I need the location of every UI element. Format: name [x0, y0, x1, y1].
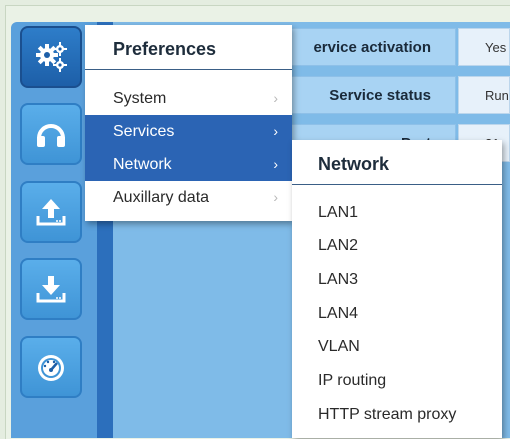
chevron-right-icon: ›: [273, 189, 278, 205]
chevron-right-icon: ›: [273, 156, 278, 172]
submenu-item-lan3[interactable]: LAN3: [318, 271, 358, 289]
service-status-label: Service status: [270, 76, 456, 114]
menu-item-label: Auxillary data: [113, 189, 210, 206]
chevron-right-icon: ›: [273, 90, 278, 106]
submenu-item-lan1[interactable]: LAN1: [318, 204, 358, 222]
submenu-divider: [292, 184, 502, 185]
submenu-title: Network: [318, 154, 390, 174]
settings-button[interactable]: [20, 26, 82, 88]
submenu-item-lan4[interactable]: LAN4: [318, 305, 358, 323]
submenu-item-ip-routing[interactable]: IP routing: [318, 372, 386, 390]
menu-divider: [85, 69, 292, 70]
menu-item-network[interactable]: Network ›: [85, 148, 292, 181]
network-submenu: Network LAN1 LAN2 LAN3 LAN4 VLAN IP rout…: [292, 140, 502, 438]
headphones-icon: [37, 124, 65, 147]
menu-item-auxillary-data[interactable]: Auxillary data ›: [85, 181, 292, 214]
menu-item-label: System: [113, 90, 167, 107]
submenu-item-http-stream-proxy[interactable]: HTTP stream proxy: [318, 406, 456, 424]
download-icon: [36, 276, 66, 303]
dashboard-button[interactable]: [20, 336, 82, 398]
service-activation-value[interactable]: Yes: [458, 28, 510, 66]
service-status-value: Running: [458, 76, 510, 114]
service-activation-label: ervice activation: [270, 28, 456, 66]
download-button[interactable]: [20, 258, 82, 320]
chevron-right-icon: ›: [273, 123, 278, 139]
menu-item-label: Services: [113, 123, 175, 140]
menu-item-services[interactable]: Services ›: [85, 115, 292, 148]
preferences-menu: Preferences System › Services › Network …: [85, 25, 292, 221]
settings-gears-icon: [36, 42, 67, 72]
dashboard-gauge-icon: [38, 355, 64, 381]
upload-button[interactable]: [20, 181, 82, 243]
upload-icon: [36, 199, 66, 226]
submenu-item-lan2[interactable]: LAN2: [318, 237, 358, 255]
menu-item-label: Network: [113, 156, 172, 173]
audio-button[interactable]: [20, 103, 82, 165]
submenu-item-vlan[interactable]: VLAN: [318, 338, 360, 356]
menu-item-system[interactable]: System ›: [85, 82, 292, 115]
menu-title: Preferences: [113, 39, 217, 59]
